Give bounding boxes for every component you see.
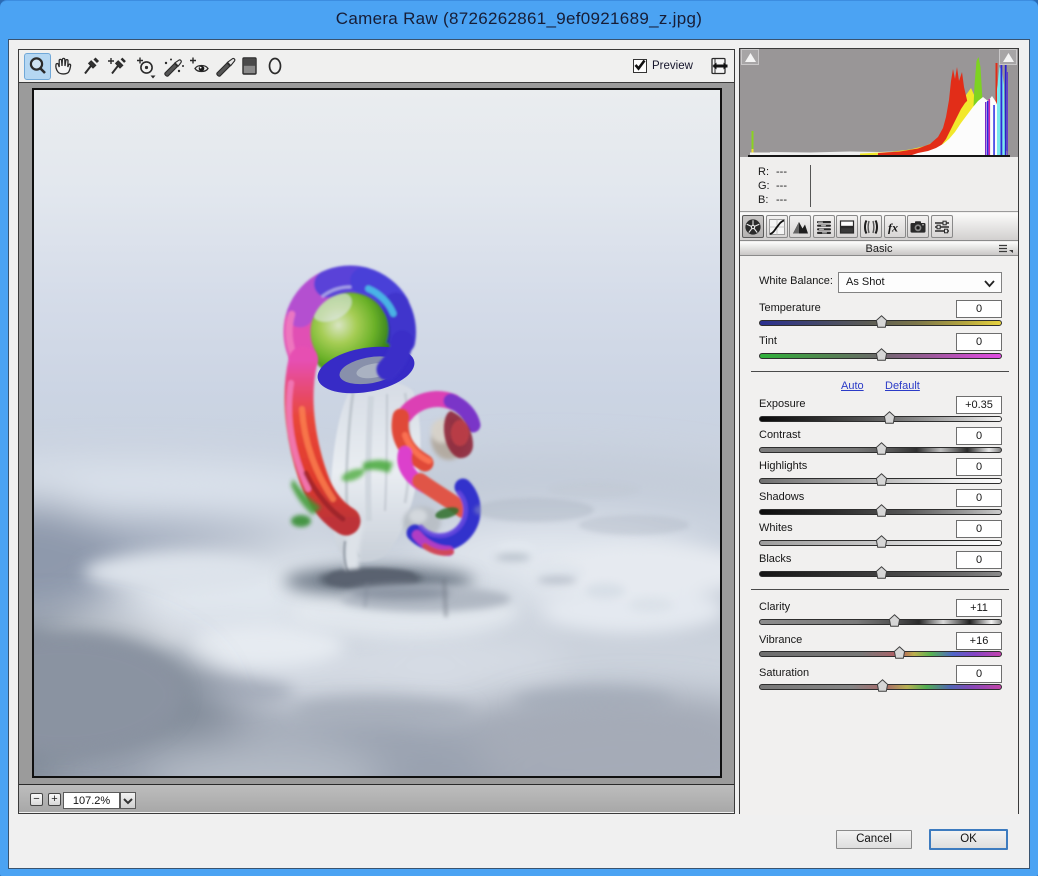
- svg-text:fx: fx: [888, 221, 898, 235]
